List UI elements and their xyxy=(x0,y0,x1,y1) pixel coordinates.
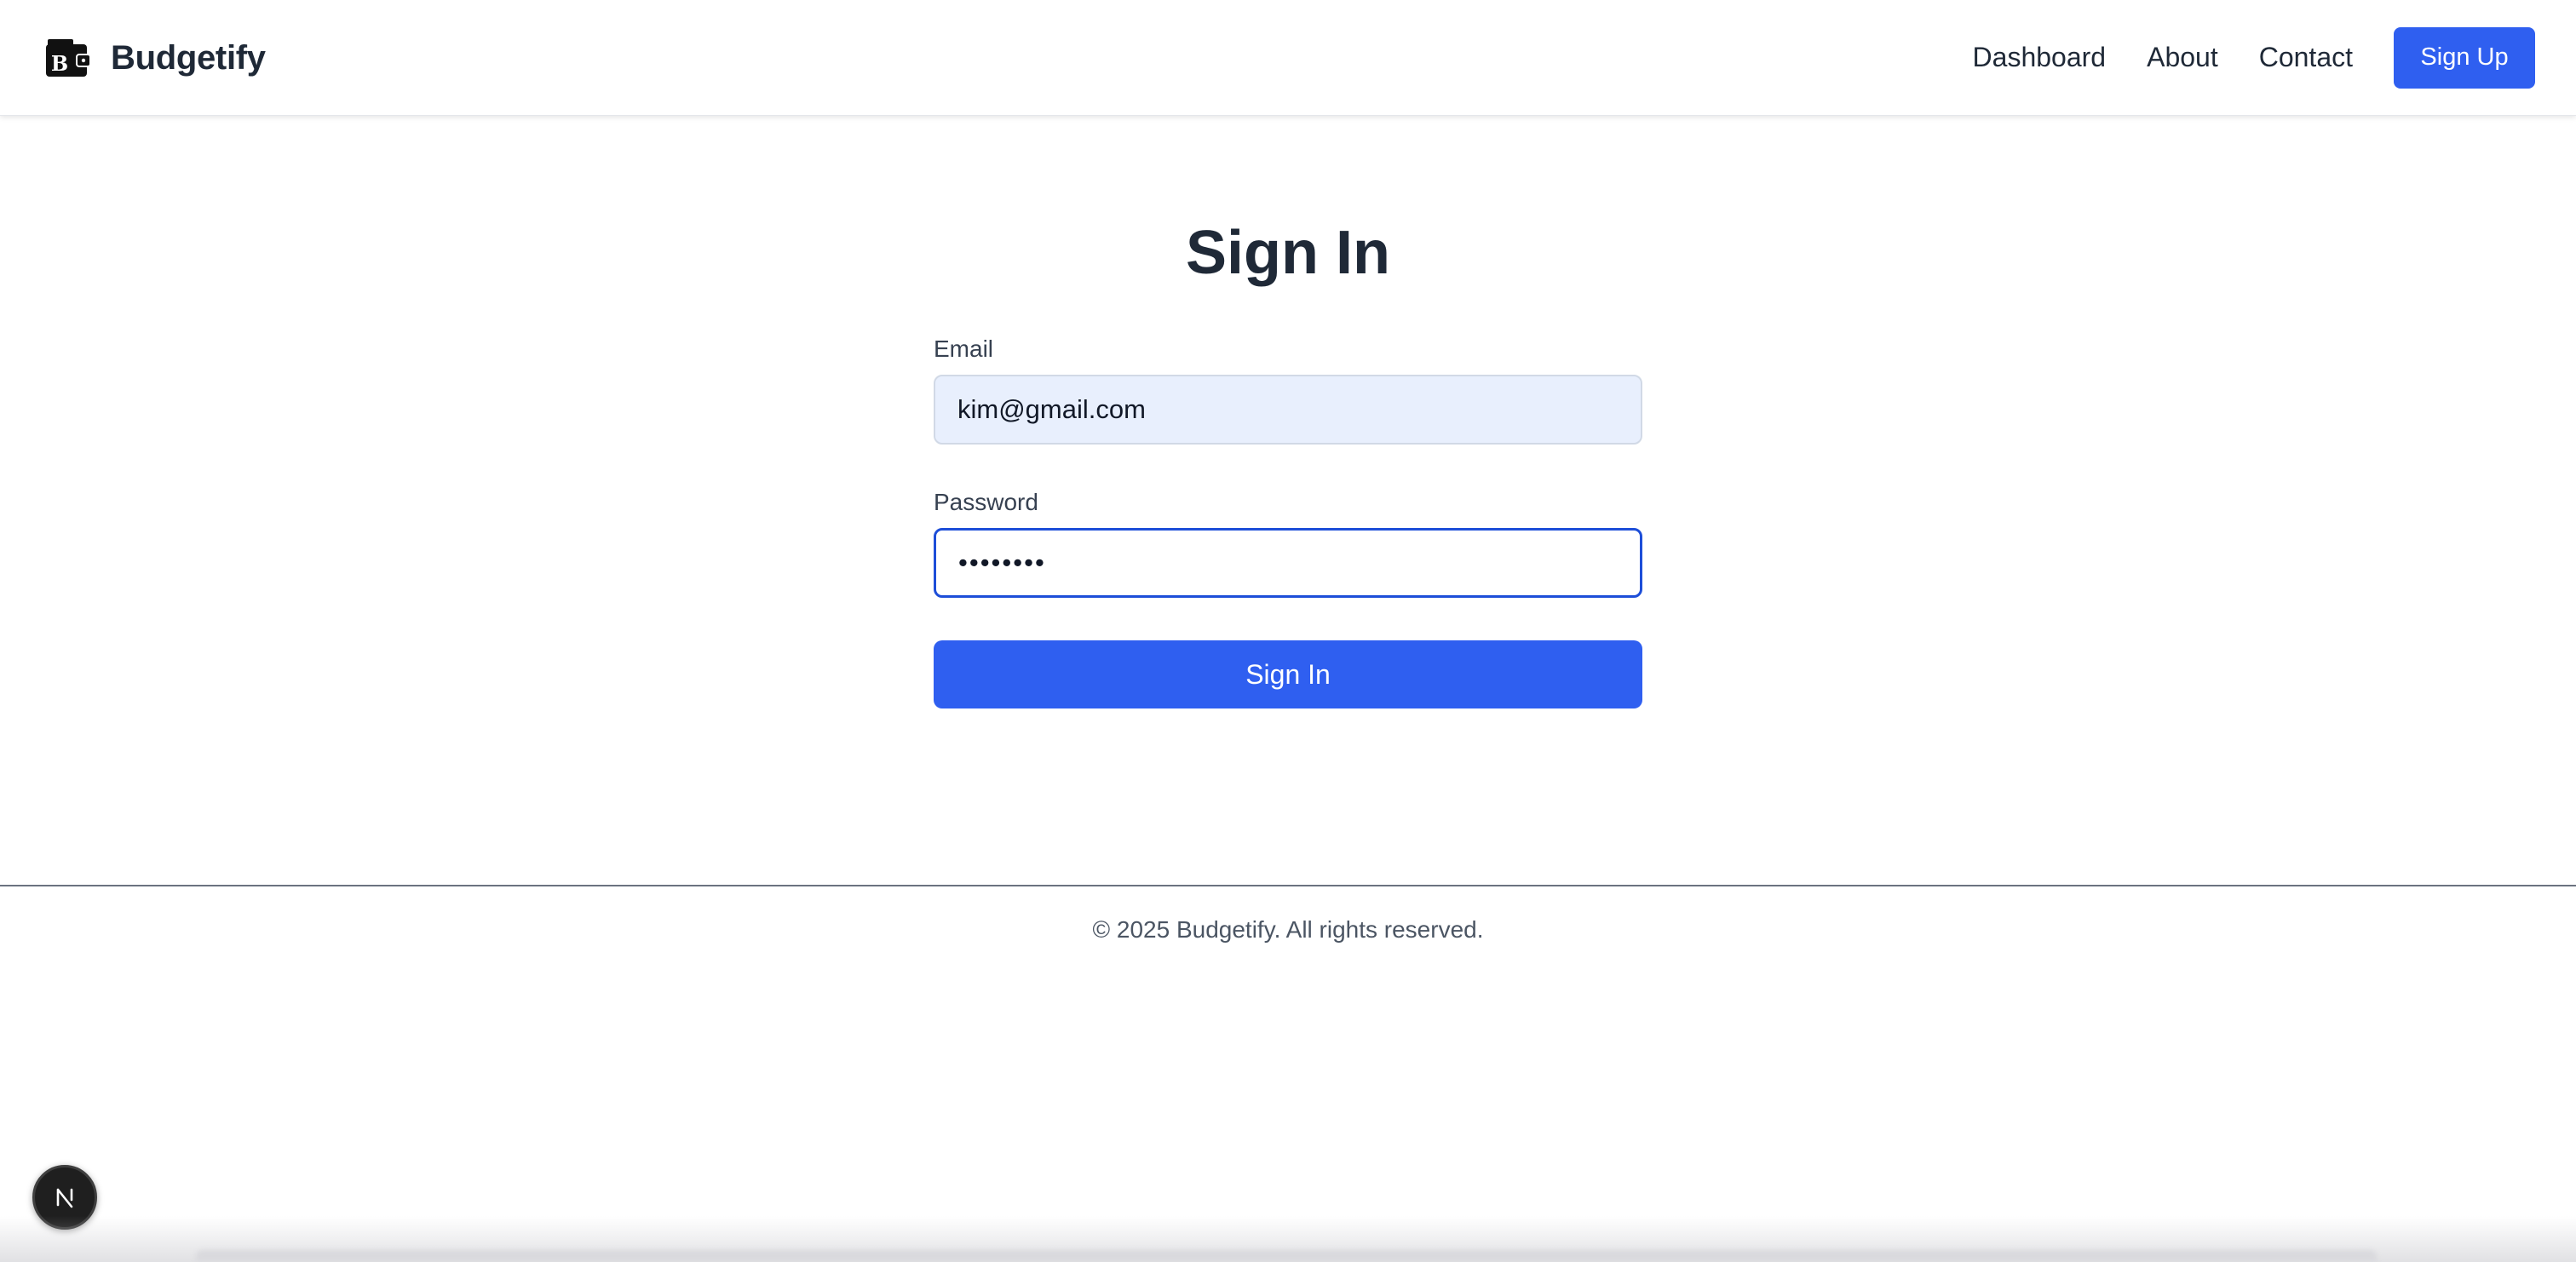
svg-text:B: B xyxy=(51,51,68,76)
email-label: Email xyxy=(934,336,994,362)
nextjs-logo-icon xyxy=(56,1188,73,1208)
nav-dashboard[interactable]: Dashboard xyxy=(1973,42,2107,73)
site-header: B Budgetify Dashboard About Contact Sign… xyxy=(0,0,2576,116)
nextjs-dev-indicator[interactable] xyxy=(32,1165,97,1230)
password-field[interactable] xyxy=(934,528,1642,598)
brand[interactable]: B Budgetify xyxy=(44,32,266,83)
brand-name: Budgetify xyxy=(111,38,266,77)
footer-divider xyxy=(0,885,2576,886)
sign-in-button[interactable]: Sign In xyxy=(934,640,1642,708)
bottom-shadow-bar xyxy=(196,1250,2377,1262)
bottom-shadow xyxy=(0,1216,2576,1262)
sign-up-button[interactable]: Sign Up xyxy=(2394,26,2535,89)
email-field[interactable] xyxy=(934,375,1642,445)
nav-about[interactable]: About xyxy=(2147,42,2218,73)
footer-copyright: © 2025 Budgetify. All rights reserved. xyxy=(1092,916,1484,943)
wallet-b-icon: B xyxy=(46,39,90,77)
password-label: Password xyxy=(934,489,1038,515)
page-title: Sign In xyxy=(1186,219,1390,287)
nav-contact[interactable]: Contact xyxy=(2259,42,2353,73)
main-nav: Dashboard About Contact Sign Up xyxy=(1973,0,2576,115)
